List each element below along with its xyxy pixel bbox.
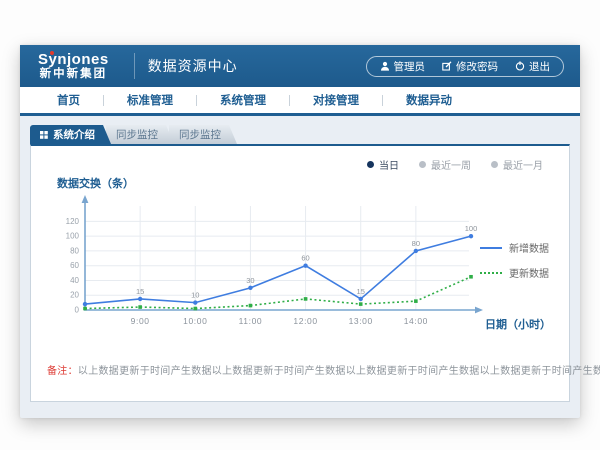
svg-text:80: 80 [412,239,420,248]
user-toolbar: 管理员 修改密码 退出 [366,56,565,77]
legend-label: 新增数据 [509,240,549,255]
page-title: 数据资源中心 [148,56,238,76]
grid-icon [40,131,48,139]
y-axis-title: 数据交换（条） [57,175,553,191]
line-chart: 0 20 40 60 80 100 120 9:00 10:00 11:00 12:00 13:00 1… [57,192,493,334]
company-logo: Synjones 新中新集团 [20,51,121,81]
tab-label: 同步监控 [116,127,158,142]
tab-label: 系统介绍 [53,127,95,142]
svg-text:13:00: 13:00 [349,316,373,326]
svg-text:15: 15 [357,287,365,296]
nav-item-1[interactable]: 标准管理 [104,92,196,108]
svg-text:14:00: 14:00 [404,316,428,326]
tab-2[interactable]: 同步监控 [169,125,237,144]
current-user-label: 管理员 [394,59,426,74]
dotted-line-icon [480,272,502,274]
tab-0[interactable]: 系统介绍 [30,125,111,144]
x-axis-title: 日期（小时） [485,316,551,332]
content-area: 系统介绍 同步监控 同步监控 当日 最近一周 最近一月 数据交换（条） 0 20 40 60 8… [20,116,580,418]
radio-icon [491,161,498,168]
footnote-text: 以上数据更新于时间产生数据以上数据更新于时间产生数据以上数据更新于时间产生数据以… [78,366,600,377]
tab-label: 同步监控 [179,127,221,142]
change-password-label: 修改密码 [456,59,498,74]
chart-card: 当日 最近一周 最近一月 数据交换（条） 0 20 40 60 80 100 120 9:00 10… [30,144,570,402]
series-legend: 新增数据更新数据 [480,240,549,280]
footnote: 备注：以上数据更新于时间产生数据以上数据更新于时间产生数据以上数据更新于时间产生… [47,362,553,377]
svg-text:120: 120 [66,217,80,226]
app-header: Synjones 新中新集团 数据资源中心 管理员 修改密码 [20,45,580,87]
svg-text:0: 0 [75,306,80,315]
svg-text:100: 100 [465,224,478,233]
nav-item-4[interactable]: 数据异动 [383,92,475,108]
time-filter-1[interactable]: 最近一周 [419,157,471,172]
logout-label: 退出 [529,59,550,74]
logo-wordmark: Synjones [38,52,109,69]
svg-text:10: 10 [191,291,199,300]
main-nav: 首页标准管理系统管理对接管理数据异动 [20,87,580,113]
svg-text:80: 80 [70,246,79,255]
svg-text:40: 40 [70,276,79,285]
time-filter-0[interactable]: 当日 [367,157,399,172]
legend-item-0[interactable]: 新增数据 [480,240,549,255]
svg-text:10:00: 10:00 [183,316,207,326]
power-icon [515,61,525,71]
svg-text:11:00: 11:00 [239,316,263,326]
user-icon [380,61,390,71]
svg-text:60: 60 [70,261,79,270]
logout-button[interactable]: 退出 [515,59,550,74]
current-user[interactable]: 管理员 [380,59,426,74]
nav-item-0[interactable]: 首页 [34,92,103,108]
svg-text:60: 60 [301,254,309,263]
time-filter-label: 最近一周 [431,157,471,172]
radio-selected-icon [367,161,374,168]
time-filter-2[interactable]: 最近一月 [491,157,543,172]
nav-item-2[interactable]: 系统管理 [197,92,289,108]
solid-line-icon [480,247,502,249]
svg-text:12:00: 12:00 [293,316,317,326]
logo-company-name: 新中新集团 [38,68,109,81]
time-filter-label: 当日 [379,157,399,172]
svg-text:20: 20 [70,291,79,300]
radio-icon [419,161,426,168]
legend-item-1[interactable]: 更新数据 [480,265,549,280]
chart-container: 0 20 40 60 80 100 120 9:00 10:00 11:00 12:00 13:00 1… [47,192,553,334]
edit-icon [442,61,452,71]
change-password-button[interactable]: 修改密码 [442,59,498,74]
svg-text:15: 15 [136,287,144,296]
logo-text: Synjones [38,51,109,68]
tab-1[interactable]: 同步监控 [106,125,174,144]
legend-label: 更新数据 [509,265,549,280]
time-range-filters: 当日 最近一周 最近一月 [47,156,553,172]
nav-item-3[interactable]: 对接管理 [290,92,382,108]
header-divider [134,53,135,79]
logo-red-dot-icon [50,51,54,55]
svg-text:30: 30 [246,276,254,285]
app-window: Synjones 新中新集团 数据资源中心 管理员 修改密码 [20,45,580,418]
svg-text:100: 100 [66,232,80,241]
footnote-prefix: 备注： [47,366,78,377]
time-filter-label: 最近一月 [503,157,543,172]
svg-text:9:00: 9:00 [131,316,150,326]
tab-bar: 系统介绍 同步监控 同步监控 [30,125,570,144]
